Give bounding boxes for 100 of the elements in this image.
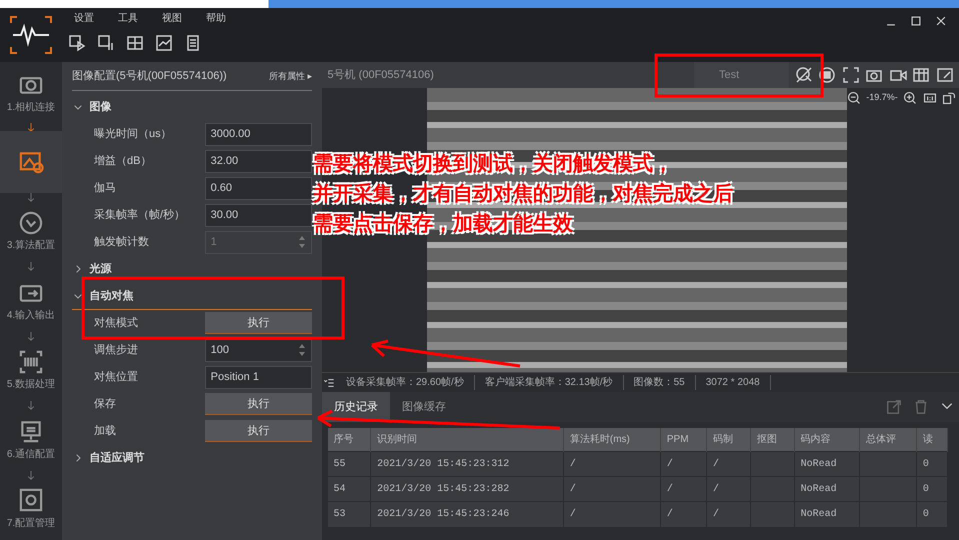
- actual-size-icon[interactable]: [922, 90, 937, 105]
- menu-item[interactable]: 工具: [106, 10, 150, 26]
- grid-icon[interactable]: [126, 34, 144, 52]
- input-field[interactable]: 3000.00: [204, 122, 312, 146]
- param-label: 采集帧率（帧/秒）: [93, 208, 186, 223]
- arrow-down-icon[interactable]: [25, 332, 37, 342]
- section-header[interactable]: 自动对焦: [72, 282, 312, 310]
- param-label: 触发帧计数: [93, 235, 150, 250]
- mode-dropdown[interactable]: Test: [694, 62, 789, 88]
- nav-item[interactable]: 7.配置管理: [0, 478, 62, 540]
- column-header[interactable]: 总体评: [859, 428, 916, 452]
- param-label: 曝光时间（us）: [93, 127, 173, 142]
- table-cell: 0: [916, 452, 947, 476]
- column-header[interactable]: 抠图: [750, 428, 794, 452]
- execute-button[interactable]: 执行: [204, 312, 312, 334]
- input-field[interactable]: 32.00: [204, 150, 312, 173]
- fullscreen-icon[interactable]: [842, 66, 860, 84]
- table-cell: NoRead: [794, 502, 860, 526]
- nav-item[interactable]: 3.算法配置: [0, 200, 62, 262]
- spin-arrows-icon[interactable]: [298, 343, 306, 358]
- barcode-icon[interactable]: [18, 348, 44, 375]
- dropdown[interactable]: Position 1: [204, 366, 312, 389]
- arrow-down-icon[interactable]: [25, 401, 37, 412]
- pause-icon[interactable]: [96, 34, 114, 52]
- tab[interactable]: 图像缓存: [390, 392, 458, 422]
- table-cell: 0: [916, 502, 947, 526]
- menu-item[interactable]: 设置: [62, 10, 106, 26]
- gear-icon[interactable]: [18, 487, 44, 514]
- table-cell: 2021/3/20 15:45:23:282: [370, 476, 564, 502]
- input-field[interactable]: 30.00: [204, 204, 312, 227]
- image-gear-icon[interactable]: [18, 149, 44, 176]
- param-label: 对焦模式: [93, 316, 139, 331]
- table-cell: NoRead: [794, 476, 860, 502]
- param-label: 保存: [93, 397, 117, 412]
- table-cell: NoRead: [794, 452, 860, 476]
- arrow-down-icon[interactable]: [25, 192, 37, 203]
- table-cell: /: [563, 476, 660, 502]
- nav-item[interactable]: 4.输入输出: [0, 270, 62, 332]
- fit-icon[interactable]: [936, 66, 954, 84]
- all-properties-link[interactable]: 所有属性 ▸: [268, 70, 312, 83]
- table-cell: /: [660, 452, 706, 476]
- param-label: 加载: [93, 424, 117, 439]
- nav-item[interactable]: [0, 131, 62, 193]
- panel-title: 图像配置(5号机(00F05574106)): [72, 69, 227, 84]
- spin-field[interactable]: 100: [204, 338, 312, 362]
- menu-item[interactable]: 视图: [150, 10, 194, 26]
- table-cell: /: [706, 476, 750, 502]
- nav-item[interactable]: 1.相机连接: [0, 62, 62, 124]
- arrow-down-icon[interactable]: [25, 262, 37, 272]
- execute-button[interactable]: 执行: [204, 420, 312, 442]
- table-cell: 55: [328, 452, 371, 476]
- table-cell: /: [706, 502, 750, 526]
- arrow-down-icon[interactable]: [25, 470, 37, 481]
- table-cell: 54: [328, 476, 371, 502]
- param-label: 伽马: [93, 181, 117, 196]
- arrow-down-icon[interactable]: [25, 123, 37, 134]
- column-header[interactable]: 读: [916, 428, 947, 452]
- zoom-out-icon[interactable]: [846, 90, 861, 105]
- trigger-off-icon[interactable]: [794, 66, 812, 84]
- maximize-icon[interactable]: [909, 14, 923, 28]
- spin-field: 1: [204, 230, 312, 254]
- camera-name: 5号机 (00F05574106): [326, 68, 434, 83]
- grid-icon[interactable]: [912, 66, 930, 84]
- nav-item[interactable]: 5.数据处理: [0, 340, 62, 402]
- table-cell: /: [660, 502, 706, 526]
- execute-button[interactable]: 执行: [204, 393, 312, 416]
- logo-icon: [9, 15, 53, 55]
- column-header[interactable]: 码内容: [794, 428, 860, 452]
- table-cell: 0: [916, 476, 947, 502]
- table-cell: /: [706, 452, 750, 476]
- table-cell: /: [660, 476, 706, 502]
- table-cell: /: [563, 502, 660, 526]
- input-field[interactable]: 0.60: [204, 176, 312, 200]
- list-menu-icon[interactable]: [322, 376, 336, 388]
- status-text: 3072 * 2048: [696, 375, 771, 390]
- param-label: 增益（dB）: [93, 154, 152, 169]
- table-cell: 2021/3/20 15:45:23:312: [370, 452, 564, 476]
- column-header[interactable]: 码制: [706, 428, 750, 452]
- column-header[interactable]: 识别时间: [370, 428, 564, 452]
- param-label: 调焦步进: [93, 343, 139, 358]
- chart-icon[interactable]: [154, 34, 172, 52]
- column-header[interactable]: PPM: [660, 428, 706, 452]
- status-text: 图像数：55: [624, 375, 696, 390]
- zoom-in-icon[interactable]: [903, 90, 918, 105]
- play-icon[interactable]: [68, 34, 86, 52]
- table-cell: /: [563, 452, 660, 476]
- nav-item[interactable]: 6.通信配置: [0, 409, 62, 471]
- table-cell: 53: [328, 502, 371, 526]
- section-header[interactable]: 自适应调节: [72, 444, 312, 472]
- param-label: 对焦位置: [93, 370, 139, 385]
- menu-item[interactable]: 帮助: [194, 10, 238, 26]
- table-cell: 2021/3/20 15:45:23:246: [370, 502, 564, 526]
- column-header[interactable]: 算法耗时(ms): [563, 428, 660, 452]
- status-text: 设备采集帧率：29.60帧/秒: [336, 375, 475, 390]
- rotate-icon[interactable]: [942, 90, 956, 105]
- column-header[interactable]: 序号: [328, 428, 371, 452]
- section-header[interactable]: 图像: [72, 94, 312, 121]
- stop-icon[interactable]: [818, 66, 836, 84]
- status-text: 客户端采集帧率：32.13帧/秒: [474, 375, 624, 390]
- section-header[interactable]: 光源: [72, 256, 312, 283]
